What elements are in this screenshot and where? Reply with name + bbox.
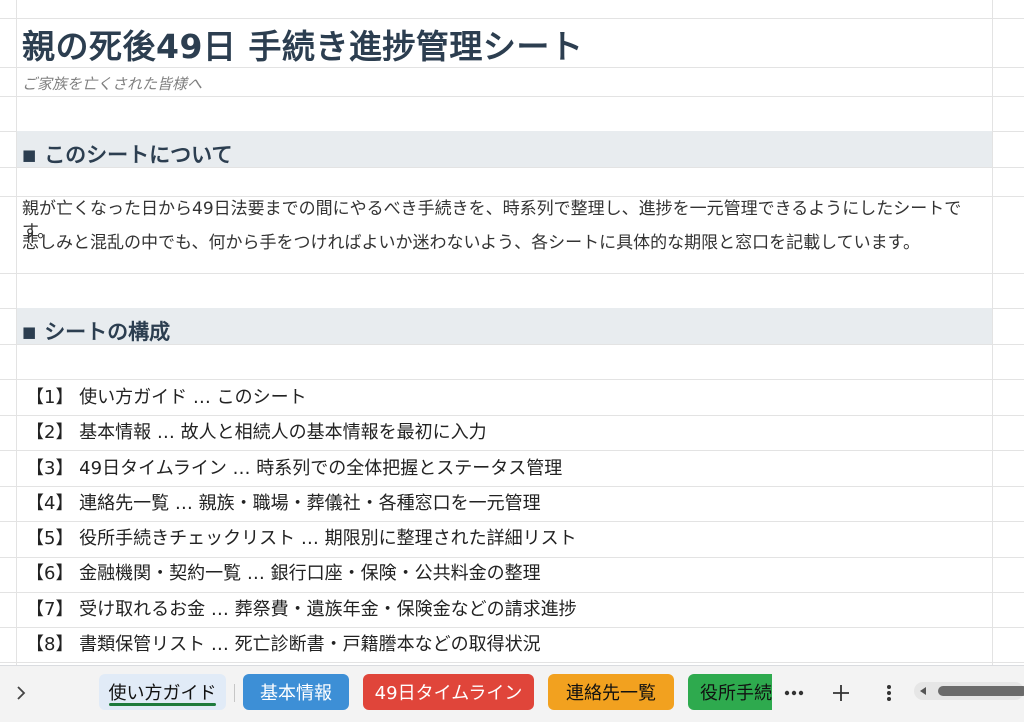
more-horizontal-icon	[784, 690, 804, 696]
square-bullet-icon: ■	[22, 323, 37, 341]
section-heading-about-label: このシートについて	[44, 143, 233, 167]
list-item: 【4】 連絡先一覧 … 親族・職場・葬儀社・各種窓口を一元管理	[26, 492, 541, 514]
tab-label: 使い方ガイド	[108, 683, 217, 704]
square-bullet-icon: ■	[22, 146, 37, 164]
list-item: 【6】 金融機関・契約一覧 … 銀行口座・保険・公共料金の整理	[26, 563, 541, 585]
sheet-structure-list: 【1】 使い方ガイド … このシート 【2】 基本情報 … 故人と相続人の基本情…	[26, 380, 577, 662]
tab-label: 役所手続	[700, 683, 772, 704]
list-item: 【2】 基本情報 … 故人と相続人の基本情報を最初に入力	[26, 422, 487, 444]
grid-row-line	[0, 196, 1024, 197]
list-item: 【5】 役所手続きチェックリスト … 期限別に整理された詳細リスト	[26, 528, 577, 550]
sheet-tab-bar: 使い方ガイド 基本情報 49日タイムライン 連絡先一覧 役所手続	[0, 665, 1024, 722]
more-vertical-icon	[887, 685, 891, 701]
chevron-right-icon	[17, 686, 26, 700]
tab-government-procedures[interactable]: 役所手続	[688, 674, 772, 710]
scrollbar-thumb[interactable]	[938, 686, 1024, 696]
section-heading-about: ■ このシートについて	[22, 139, 233, 169]
sheet-menu-button[interactable]	[874, 678, 904, 708]
grid-row-line	[0, 273, 1024, 274]
list-item: 【7】 受け取れるお金 … 葬祭費・遺族年金・保険金などの請求進捗	[26, 598, 577, 620]
list-item: 【8】 書類保管リスト … 死亡診断書・戸籍謄本などの取得状況	[26, 634, 541, 656]
section-heading-structure: ■ シートの構成	[22, 316, 170, 346]
about-text-line-2: 悲しみと混乱の中でも、何から手をつければよいか迷わないよう、各シートに具体的な期…	[22, 233, 920, 253]
sheet-list-button[interactable]	[6, 678, 36, 708]
tab-contact-list[interactable]: 連絡先一覧	[548, 674, 674, 710]
grid-row-line	[0, 96, 1024, 97]
plus-icon	[833, 685, 849, 701]
tab-usage-guide[interactable]: 使い方ガイド	[99, 674, 226, 710]
add-sheet-button[interactable]	[826, 678, 856, 708]
tab-label: 49日タイムライン	[374, 683, 523, 704]
tab-basic-info[interactable]: 基本情報	[243, 674, 349, 710]
list-item: 【1】 使い方ガイド … このシート	[26, 387, 307, 408]
grid-column-line	[992, 0, 993, 665]
tab-49day-timeline[interactable]: 49日タイムライン	[363, 674, 534, 710]
tab-label: 基本情報	[260, 683, 332, 704]
scroll-left-arrow-icon[interactable]	[918, 686, 928, 696]
tab-separator	[234, 684, 235, 702]
page-subtitle: ご家族を亡くされた皆様へ	[22, 75, 203, 93]
tab-label: 連絡先一覧	[566, 683, 656, 704]
section-heading-structure-label: シートの構成	[44, 320, 171, 344]
more-sheets-button[interactable]	[779, 678, 809, 708]
grid-row-line	[0, 18, 1024, 19]
page-title: 親の死後49日 手続き進捗管理シート	[22, 27, 584, 66]
spreadsheet-grid[interactable]: 親の死後49日 手続き進捗管理シート ご家族を亡くされた皆様へ ■ このシートにつ…	[0, 0, 1024, 665]
list-item: 【3】 49日タイムライン … 時系列での全体把握とステータス管理	[26, 457, 563, 479]
